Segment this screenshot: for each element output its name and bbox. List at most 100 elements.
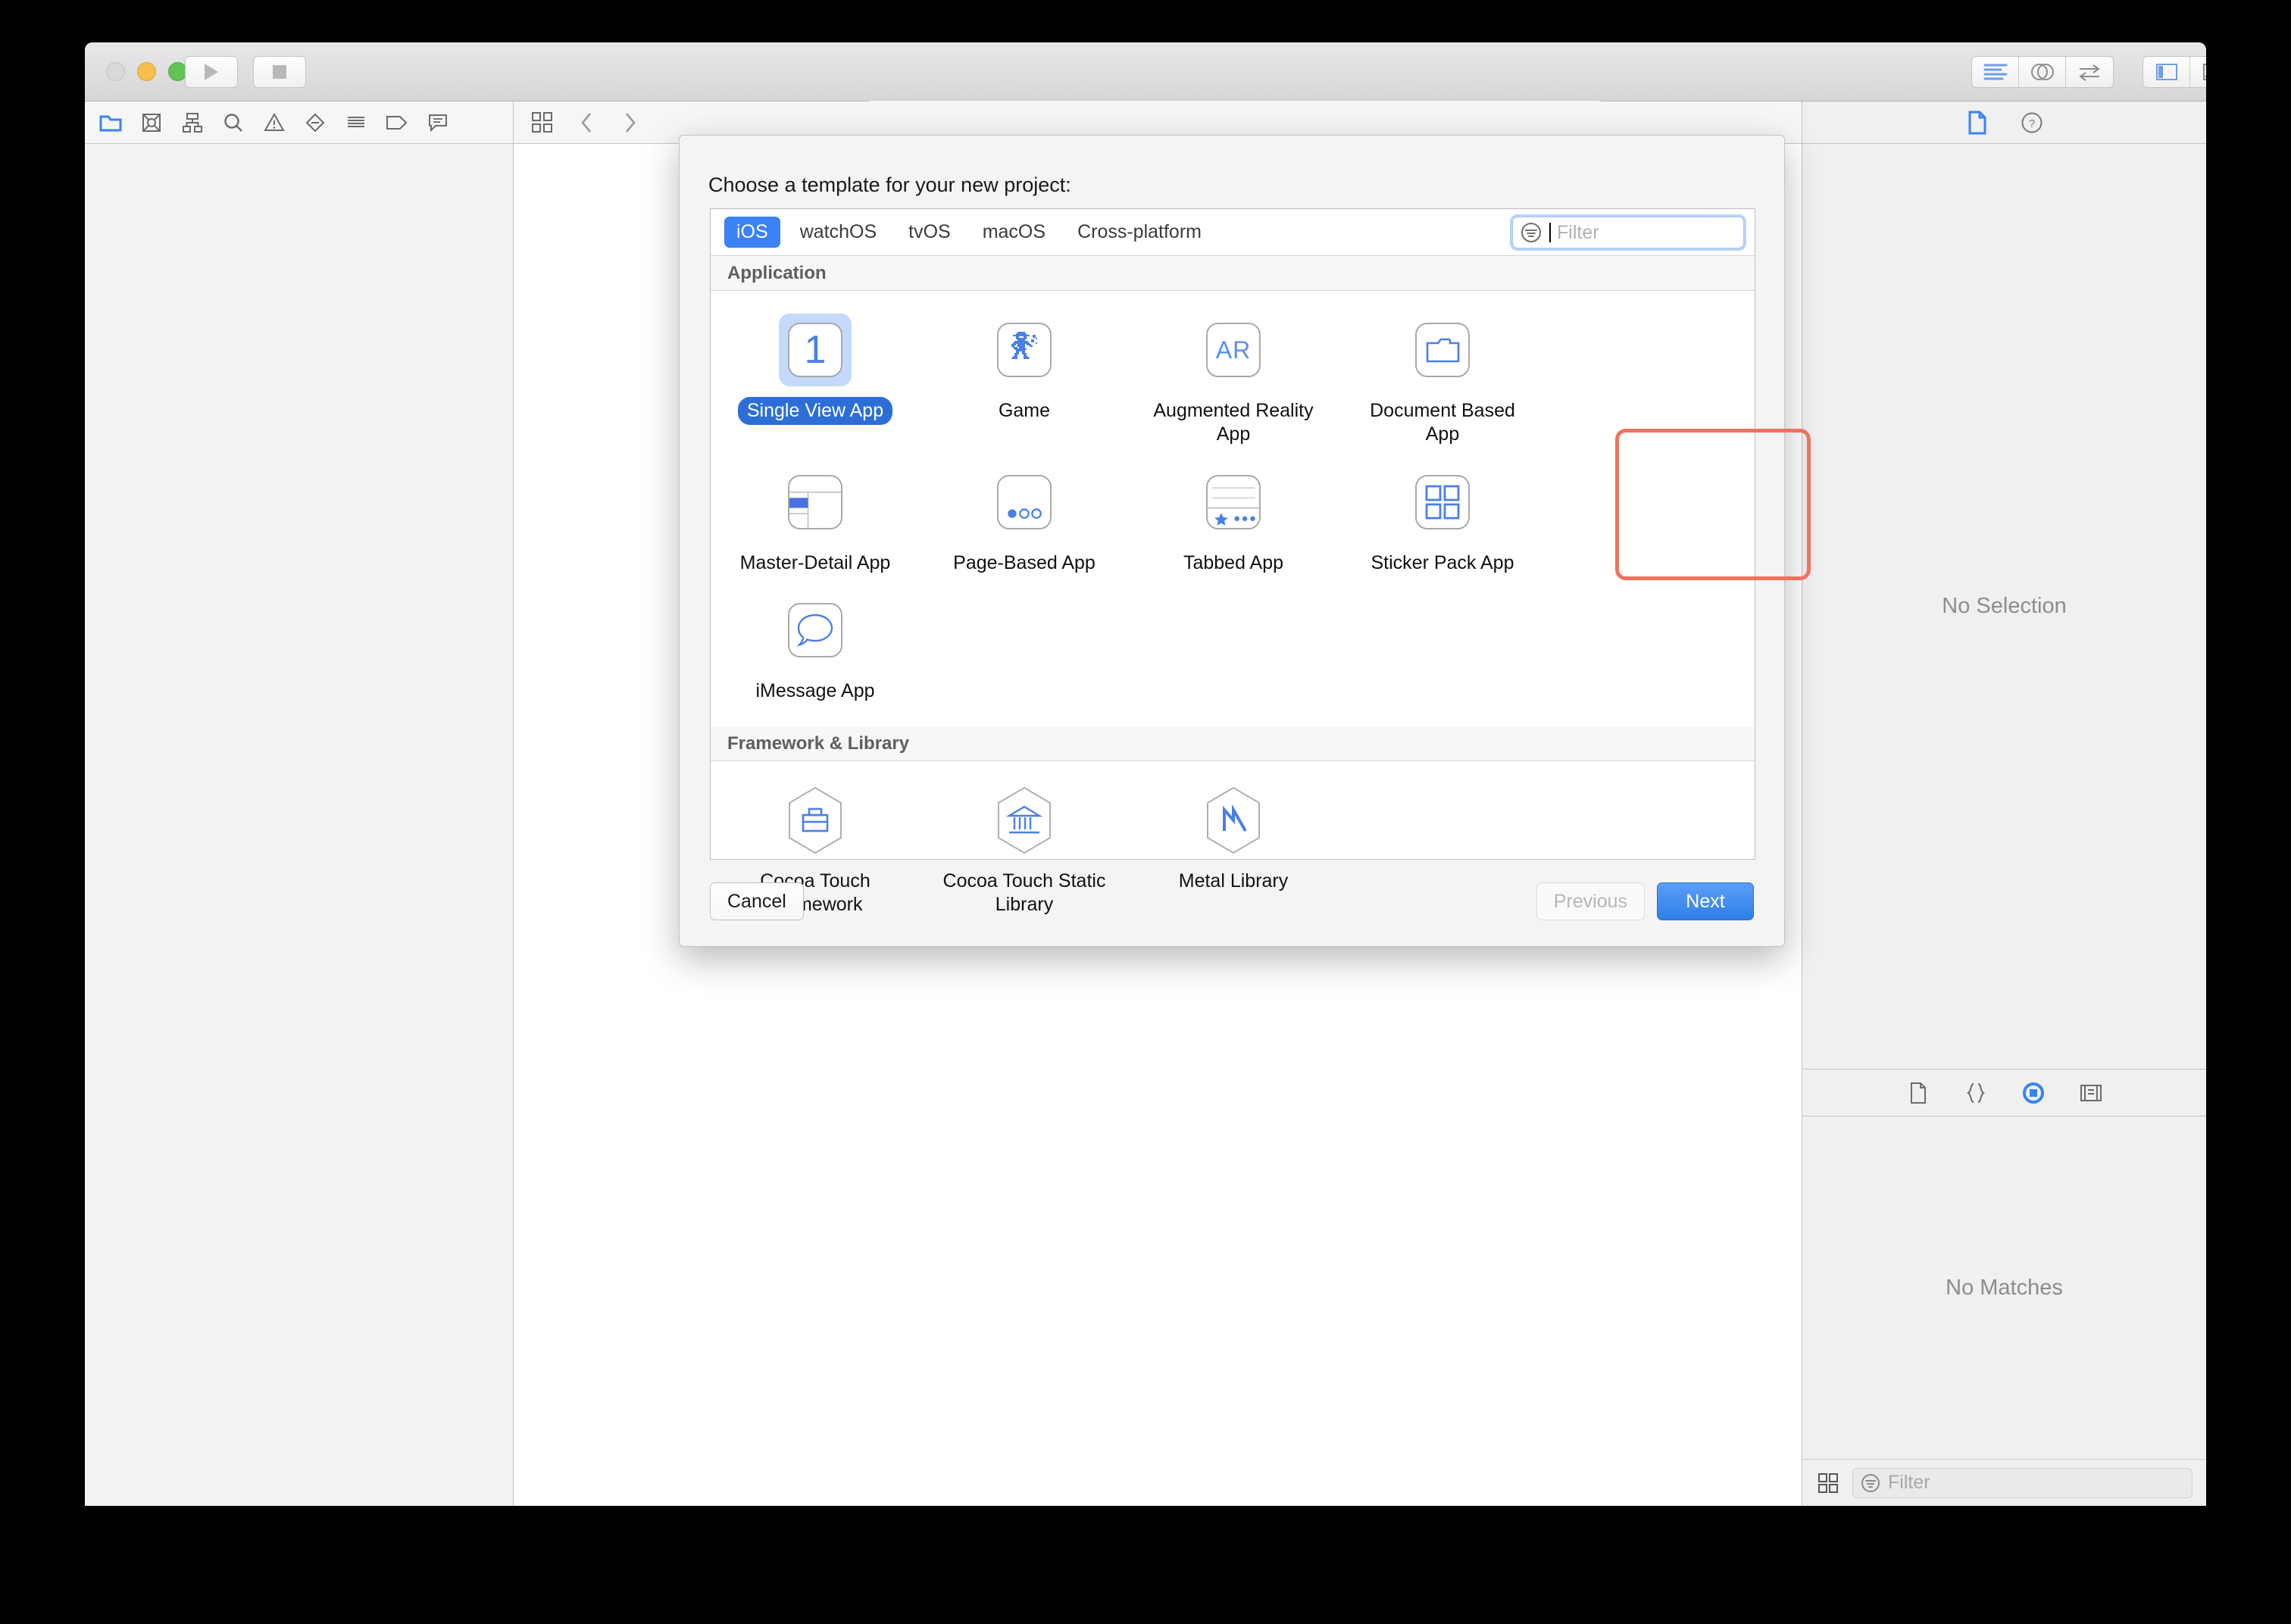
left-panel-icon — [2155, 64, 2177, 80]
run-button[interactable] — [185, 56, 238, 88]
bottom-panel-icon — [2202, 64, 2206, 80]
svg-text:?: ? — [2028, 117, 2034, 130]
tab-ios[interactable]: iOS — [724, 217, 780, 248]
ar-glyph: AR — [1215, 336, 1252, 364]
sidebar-item-breakpoint-navigator[interactable] — [426, 111, 450, 135]
sidebar-item-debug-navigator[interactable] — [385, 111, 409, 135]
template-document-based-app[interactable]: Document Based App — [1338, 304, 1547, 457]
template-icon-container — [779, 466, 852, 539]
quick-help-tab[interactable]: ? — [2020, 111, 2044, 135]
template-chooser-box: iOS watchOS tvOS macOS Cross-platform Fi… — [710, 208, 1811, 915]
template-imessage-app[interactable]: iMessage App — [711, 585, 920, 713]
media-library-icon — [2080, 1084, 2102, 1101]
related-items-button[interactable] — [530, 111, 555, 135]
next-button[interactable]: Next — [1657, 882, 1754, 920]
sidebar-item-symbol-navigator[interactable] — [180, 111, 205, 135]
template-filter-input[interactable]: Filter — [1512, 217, 1744, 248]
inspector-toolbar: ? — [1802, 102, 2206, 144]
folder-icon — [99, 115, 122, 131]
sidebar-item-issue-navigator[interactable] — [262, 111, 286, 135]
template-label: Single View App — [737, 397, 893, 426]
navigator-toolbar — [85, 102, 514, 144]
template-icon-container — [1406, 466, 1479, 539]
source-control-icon — [142, 113, 161, 132]
filter-circle-icon — [1521, 223, 1541, 242]
template-label: Tabbed App — [1183, 551, 1284, 573]
code-snippet-library-tab[interactable] — [1964, 1081, 1988, 1105]
tab-macos[interactable]: macOS — [970, 217, 1058, 248]
code-snippet-library-icon — [1966, 1082, 1985, 1103]
template-label: Sticker Pack App — [1371, 551, 1514, 573]
new-project-template-sheet: Choose a template for your new project: … — [679, 135, 1811, 947]
object-library-tab[interactable] — [2021, 1081, 2046, 1105]
window-titlebar — [85, 42, 2206, 132]
stop-button[interactable] — [253, 56, 306, 88]
tab-cross-platform[interactable]: Cross-platform — [1065, 217, 1214, 248]
file-inspector-icon — [1968, 111, 1986, 134]
template-sticker-pack-app[interactable]: Sticker Pack App — [1338, 457, 1547, 585]
warning-triangle-icon — [264, 112, 285, 131]
close-button[interactable] — [106, 62, 125, 81]
section-header-framework-library: Framework & Library — [711, 726, 1755, 761]
navigator-toggle-button[interactable] — [2143, 57, 2190, 87]
template-icon-container: 1 — [779, 314, 852, 386]
chevron-right-icon — [626, 112, 636, 133]
cancel-button[interactable]: Cancel — [710, 882, 804, 920]
ar-text-icon: AR — [1206, 323, 1261, 377]
sidebar-item-project-navigator[interactable] — [98, 111, 123, 135]
template-label: iMessage App — [755, 679, 875, 701]
go-forward-button[interactable] — [618, 111, 642, 135]
media-library-tab[interactable] — [2079, 1081, 2103, 1105]
assistant-editor-button[interactable] — [2019, 57, 2066, 87]
library-filter-input[interactable]: Filter — [1852, 1467, 2193, 1498]
template-single-view-app[interactable]: 1 Single View App — [711, 304, 920, 457]
quick-help-icon: ? — [2021, 112, 2042, 133]
stop-icon — [273, 65, 286, 79]
template-label: Document Based App — [1370, 400, 1515, 445]
object-library-icon — [2022, 1082, 2044, 1104]
section-header-application: Application — [711, 256, 1755, 291]
previous-button[interactable]: Previous — [1536, 882, 1645, 920]
template-label: Page-Based App — [953, 551, 1095, 573]
version-editor-button[interactable] — [2066, 57, 2113, 87]
editor-mode-group — [1971, 56, 2114, 88]
no-selection-label: No Selection — [1942, 594, 2067, 618]
navigator-pane — [85, 144, 514, 1506]
minimize-button[interactable] — [137, 62, 156, 81]
view-toggle-group — [2143, 56, 2206, 88]
tab-watchos[interactable]: watchOS — [788, 217, 889, 248]
template-icon-container — [988, 314, 1061, 386]
search-icon — [224, 113, 242, 132]
standard-editor-button[interactable] — [1972, 57, 2019, 87]
sidebar-item-source-control-navigator[interactable] — [139, 111, 164, 135]
platform-tab-bar: iOS watchOS tvOS macOS Cross-platform Fi… — [711, 209, 1755, 256]
template-icon-container — [779, 594, 852, 667]
application-template-grid: 1 Single View App Game AR Augmented Real… — [711, 291, 1755, 726]
template-icon-container — [1406, 314, 1479, 386]
inspector-pane: No Selection No Matches Filter — [1802, 144, 2206, 1506]
template-tabbed-app[interactable]: Tabbed App — [1129, 457, 1338, 585]
sidebar-item-test-navigator[interactable] — [303, 111, 327, 135]
chevron-left-icon — [581, 112, 591, 133]
sheet-button-row: Cancel Previous Next — [710, 882, 1754, 920]
traffic-lights — [106, 62, 187, 81]
template-master-detail-app[interactable]: Master-Detail App — [711, 457, 920, 585]
library-grid-view-button[interactable] — [1816, 1471, 1840, 1495]
template-page-based-app[interactable]: Page-Based App — [920, 457, 1129, 585]
no-matches-label: No Matches — [1946, 1275, 2063, 1300]
debug-area-toggle-button[interactable] — [2190, 57, 2206, 87]
file-template-library-tab[interactable] — [1906, 1081, 1930, 1105]
sidebar-item-report-navigator[interactable] — [344, 111, 368, 135]
page-dots-icon — [997, 474, 1052, 529]
template-game[interactable]: Game — [920, 304, 1129, 457]
library-filter-placeholder: Filter — [1888, 1472, 1930, 1493]
related-items-grid-icon — [532, 111, 552, 133]
template-augmented-reality-app[interactable]: AR Augmented Reality App — [1129, 304, 1338, 457]
folder-outline-icon — [1415, 323, 1470, 377]
sidebar-item-find-navigator[interactable] — [221, 111, 245, 135]
file-inspector-tab[interactable] — [1965, 111, 1989, 135]
template-icon-container — [1197, 466, 1270, 539]
go-back-button[interactable] — [574, 111, 599, 135]
tab-tvos[interactable]: tvOS — [896, 217, 963, 248]
xcode-window: ? No Selection No Matches Filter Choose … — [85, 42, 2206, 1506]
